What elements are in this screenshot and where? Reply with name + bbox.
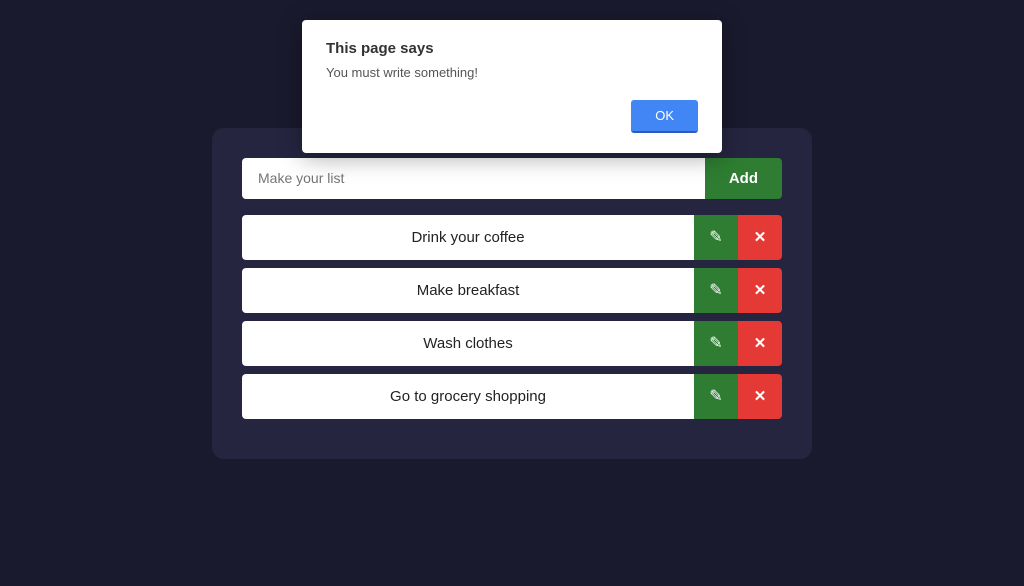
- dialog-footer: OK: [326, 100, 698, 133]
- dialog-overlay: This page says You must write something!…: [0, 0, 1024, 586]
- dialog-box: This page says You must write something!…: [302, 20, 722, 153]
- dialog-ok-button[interactable]: OK: [631, 100, 698, 133]
- dialog-title: This page says: [326, 40, 698, 57]
- dialog-message: You must write something!: [326, 65, 698, 80]
